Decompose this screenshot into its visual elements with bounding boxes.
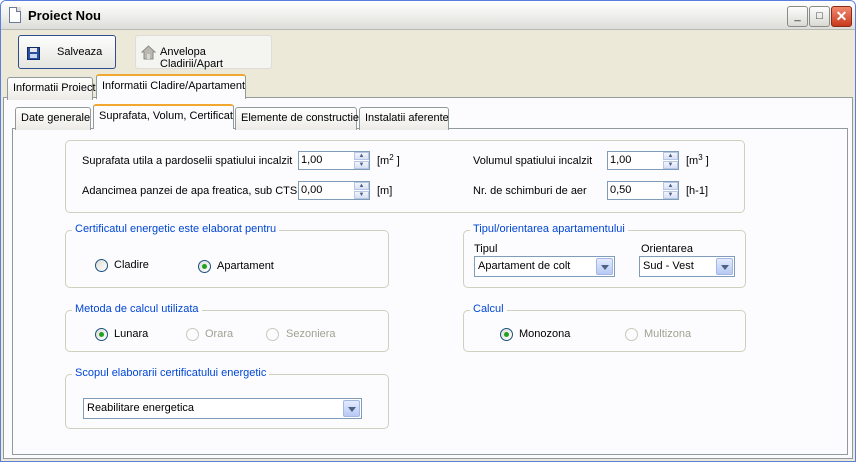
calc-legend: Calcul bbox=[470, 303, 507, 315]
radio-sezoniera-label[interactable]: Sezoniera bbox=[286, 328, 336, 340]
orientation-value: Sud - Vest bbox=[643, 260, 694, 272]
spin-up-icon[interactable]: ▲ bbox=[663, 182, 678, 190]
air-changes-value: 0,50 bbox=[610, 184, 632, 196]
project-window: Proiect Nou _ □ ✕ Salveaza Anvelopa Clad… bbox=[0, 0, 856, 462]
spin-down-icon[interactable]: ▼ bbox=[354, 191, 369, 199]
orientation-label: Orientarea bbox=[641, 243, 693, 255]
spin-up-icon[interactable]: ▲ bbox=[663, 152, 678, 160]
area-value: 1,00 bbox=[301, 154, 323, 166]
air-spinner[interactable]: ▲ ▼ bbox=[663, 182, 678, 199]
air-changes-label: Nr. de schimburi de aer bbox=[473, 185, 587, 197]
radio-monozona[interactable] bbox=[500, 328, 513, 341]
inner-tab-panel: Suprafata utila a pardoselii spatiului i… bbox=[12, 128, 848, 455]
minimize-button[interactable]: _ bbox=[787, 6, 808, 27]
tab-installations[interactable]: Instalatii aferente bbox=[359, 107, 449, 130]
radio-apartament-label[interactable]: Apartament bbox=[217, 260, 274, 272]
depth-unit: [m] bbox=[377, 185, 393, 197]
apartment-group: Tipul/orientarea apartamentului Tipul Ap… bbox=[463, 223, 746, 288]
groundwater-depth-label: Adancimea panzei de apa freatica, sub CT… bbox=[82, 185, 298, 197]
chevron-down-icon[interactable] bbox=[596, 258, 613, 275]
close-button[interactable]: ✕ bbox=[831, 6, 852, 27]
apartment-legend: Tipul/orientarea apartamentului bbox=[470, 223, 628, 235]
maximize-button[interactable]: □ bbox=[809, 6, 830, 27]
toolbar: Salveaza Anvelopa Cladirii/Apart bbox=[1, 31, 855, 73]
area-input[interactable]: 1,00 ▲ ▼ bbox=[298, 151, 370, 170]
groundwater-depth-value: 0,00 bbox=[301, 184, 323, 196]
building-envelope-button[interactable]: Anvelopa Cladirii/Apart bbox=[135, 35, 272, 70]
document-icon bbox=[9, 7, 21, 23]
radio-multizona-label[interactable]: Multizona bbox=[644, 328, 691, 340]
spin-down-icon[interactable]: ▼ bbox=[663, 161, 678, 169]
area-spinner[interactable]: ▲ ▼ bbox=[354, 152, 369, 169]
radio-apartament[interactable] bbox=[198, 260, 211, 273]
area-unit: [m2 ] bbox=[377, 153, 400, 167]
certificate-legend: Certificatul energetic este elaborat pen… bbox=[72, 223, 280, 235]
dimensions-group: Suprafata utila a pardoselii spatiului i… bbox=[65, 140, 745, 213]
radio-orara[interactable] bbox=[186, 328, 199, 341]
volume-value: 1,00 bbox=[610, 154, 632, 166]
calculation-zone-group: Calcul Monozona Multizona bbox=[463, 303, 746, 352]
type-label: Tipul bbox=[474, 243, 498, 255]
building-envelope-label: Anvelopa Cladirii/Apart bbox=[160, 46, 223, 70]
area-label: Suprafata utila a pardoselii spatiului i… bbox=[82, 155, 293, 167]
apartment-type-value: Apartament de colt bbox=[478, 260, 571, 272]
scope-legend: Scopul elaborarii certificatului energet… bbox=[72, 367, 270, 379]
apartment-type-select[interactable]: Apartament de colt bbox=[474, 256, 615, 277]
radio-multizona[interactable] bbox=[625, 328, 638, 341]
air-changes-unit: [h-1] bbox=[686, 185, 709, 197]
certificate-group: Certificatul energetic este elaborat pen… bbox=[65, 223, 389, 288]
radio-lunara[interactable] bbox=[95, 328, 108, 341]
orientation-select[interactable]: Sud - Vest bbox=[639, 256, 735, 277]
radio-monozona-label[interactable]: Monozona bbox=[519, 328, 570, 340]
tab-area-volume-certificate[interactable]: Suprafata, Volum, Certificat bbox=[93, 104, 234, 129]
radio-cladire-label[interactable]: Cladire bbox=[114, 259, 149, 271]
spin-up-icon[interactable]: ▲ bbox=[354, 152, 369, 160]
spin-down-icon[interactable]: ▼ bbox=[354, 161, 369, 169]
window-title: Proiect Nou bbox=[28, 8, 101, 23]
radio-cladire[interactable] bbox=[95, 259, 108, 272]
floppy-disk-icon bbox=[27, 47, 40, 60]
save-button-label: Salveaza bbox=[57, 46, 103, 58]
chevron-down-icon[interactable] bbox=[343, 400, 360, 417]
house-icon bbox=[141, 45, 156, 60]
tab-construction-elements[interactable]: Elemente de constructie bbox=[235, 107, 359, 130]
volume-input[interactable]: 1,00 ▲ ▼ bbox=[607, 151, 679, 170]
tab-project-info[interactable]: Informatii Proiect bbox=[7, 77, 96, 100]
tab-building-info[interactable]: Informatii Cladire/Apartament bbox=[96, 74, 246, 99]
calculation-method-group: Metoda de calcul utilizata Lunara Orara … bbox=[65, 303, 389, 352]
save-button[interactable]: Salveaza bbox=[18, 35, 116, 69]
radio-lunara-label[interactable]: Lunara bbox=[114, 328, 148, 340]
volume-unit: [m3 ] bbox=[686, 153, 709, 167]
volume-label: Volumul spatiului incalzit bbox=[473, 155, 593, 167]
spin-up-icon[interactable]: ▲ bbox=[354, 182, 369, 190]
radio-orara-label[interactable]: Orara bbox=[205, 328, 233, 340]
radio-sezoniera[interactable] bbox=[266, 328, 279, 341]
spin-down-icon[interactable]: ▼ bbox=[663, 191, 678, 199]
volume-spinner[interactable]: ▲ ▼ bbox=[663, 152, 678, 169]
certificate-scope-group: Scopul elaborarii certificatului energet… bbox=[65, 367, 389, 429]
scope-value: Reabilitare energetica bbox=[87, 402, 195, 414]
groundwater-depth-input[interactable]: 0,00 ▲ ▼ bbox=[298, 181, 370, 200]
depth-spinner[interactable]: ▲ ▼ bbox=[354, 182, 369, 199]
tab-general-data[interactable]: Date generale bbox=[15, 107, 91, 130]
method-legend: Metoda de calcul utilizata bbox=[72, 303, 202, 315]
title-bar[interactable]: Proiect Nou _ □ ✕ bbox=[1, 1, 855, 30]
scope-select[interactable]: Reabilitare energetica bbox=[83, 398, 362, 419]
air-changes-input[interactable]: 0,50 ▲ ▼ bbox=[607, 181, 679, 200]
chevron-down-icon[interactable] bbox=[716, 258, 733, 275]
